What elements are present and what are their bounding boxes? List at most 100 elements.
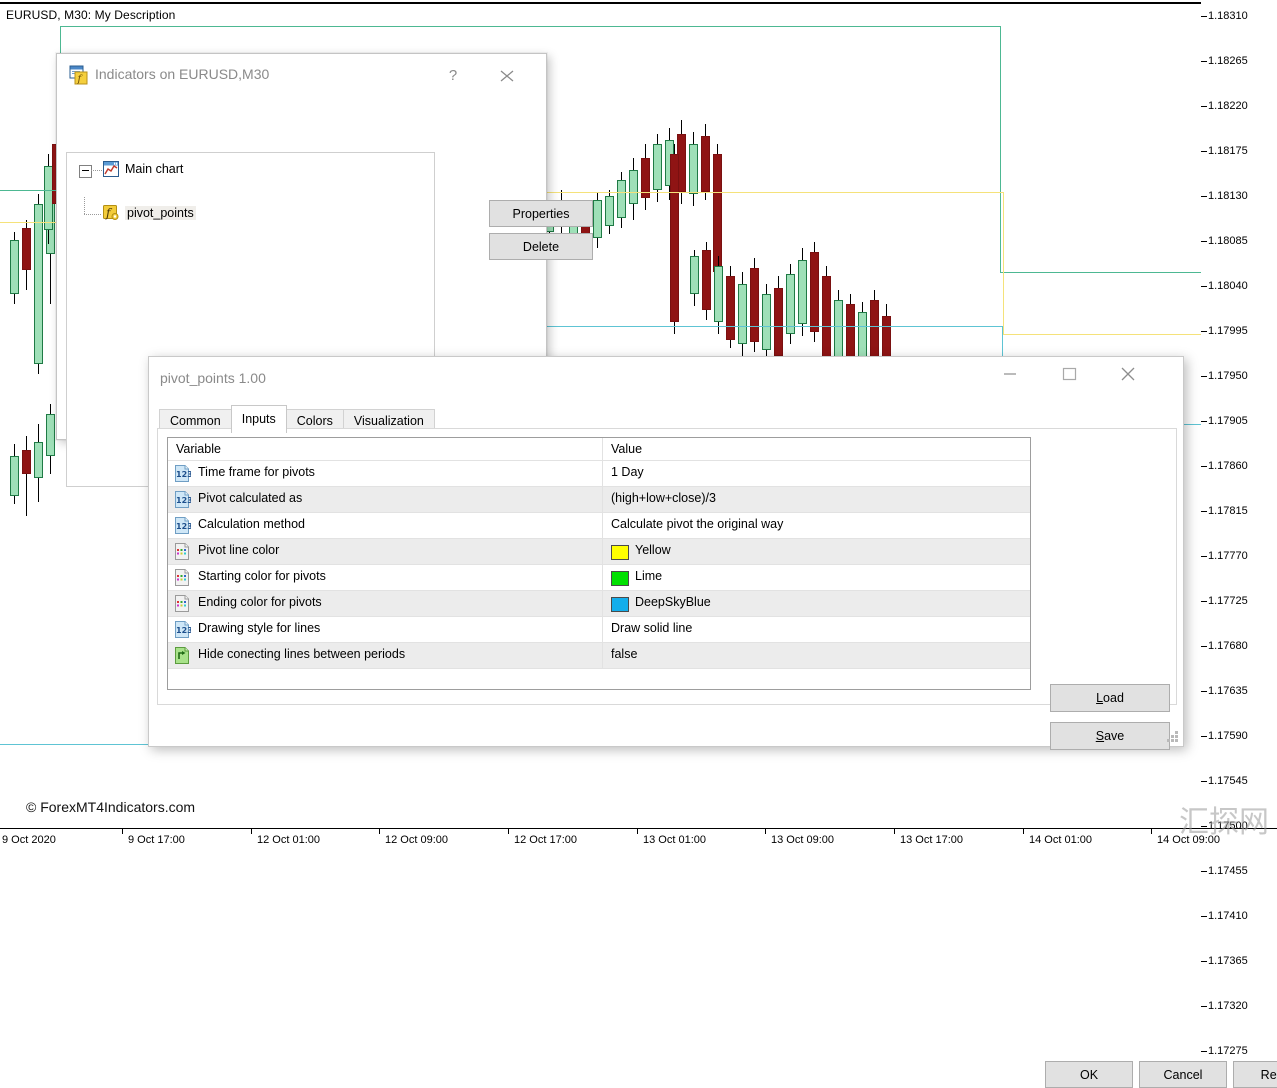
- price-tick: 1.18175: [1201, 145, 1277, 157]
- indicators-titlebar[interactable]: f Indicators on EURUSD,M30 ?: [57, 54, 546, 96]
- candlestick: [714, 256, 723, 334]
- time-tick-mark: [637, 829, 638, 834]
- price-tick: 1.18265: [1201, 55, 1277, 67]
- parameter-row[interactable]: Pivot line colorYellow: [168, 539, 1030, 565]
- collapse-toggle-icon[interactable]: [79, 165, 92, 178]
- parameter-variable-cell: 123Calculation method: [168, 513, 602, 538]
- price-tick-label: 1.17680: [1208, 640, 1248, 652]
- price-tick: 1.17275: [1201, 1045, 1277, 1057]
- delete-button[interactable]: Delete: [489, 233, 593, 260]
- close-icon[interactable]: [1105, 357, 1151, 389]
- number-input-icon: 123: [174, 491, 191, 508]
- pivot-line-segment: [1003, 334, 1201, 335]
- column-header-value: Value: [611, 442, 642, 456]
- price-tick-label: 1.18310: [1208, 10, 1248, 22]
- parameter-value-cell[interactable]: 1 Day: [602, 461, 1030, 486]
- color-swatch: [611, 571, 629, 586]
- parameter-value-cell[interactable]: Calculate pivot the original way: [602, 513, 1030, 538]
- price-tick-label: 1.17455: [1208, 865, 1248, 877]
- tree-connector-vertical: [84, 197, 85, 214]
- parameter-variable-cell: Starting color for pivots: [168, 565, 602, 590]
- parameter-row[interactable]: Hide conecting lines between periodsfals…: [168, 643, 1030, 669]
- pivot-points-window[interactable]: pivot_points 1.00 CommonInputsColorsVisu…: [148, 356, 1184, 747]
- tab-inputs[interactable]: Inputs: [231, 405, 287, 433]
- save-button[interactable]: Save: [1050, 722, 1170, 750]
- parameter-value-cell[interactable]: false: [602, 643, 1030, 668]
- price-tick-label: 1.18220: [1208, 100, 1248, 112]
- price-tick: 1.17950: [1201, 370, 1277, 382]
- parameter-row[interactable]: Starting color for pivotsLime: [168, 565, 1030, 591]
- tree-item-label: pivot_points: [125, 206, 196, 220]
- resize-grip[interactable]: [1167, 731, 1179, 743]
- parameters-grid[interactable]: VariableValue 123 Time frame for pivots 1 D…: [167, 437, 1031, 690]
- cancel-button[interactable]: Cancel: [1139, 1061, 1227, 1088]
- price-tick: 1.17635: [1201, 685, 1277, 697]
- price-tick: 1.17545: [1201, 775, 1277, 787]
- price-tick-label: 1.17590: [1208, 730, 1248, 742]
- load-button[interactable]: Load: [1050, 684, 1170, 712]
- candlestick: [641, 144, 650, 210]
- parameter-value: Calculate pivot the original way: [611, 517, 783, 531]
- parameter-value-cell[interactable]: DeepSkyBlue: [602, 591, 1030, 616]
- inputs-panel: VariableValue 123 Time frame for pivots 1 D…: [157, 428, 1177, 705]
- parameter-value-cell[interactable]: Yellow: [602, 539, 1030, 564]
- candlestick: [670, 144, 679, 334]
- price-tick-label: 1.17770: [1208, 550, 1248, 562]
- number-input-icon: 123: [174, 465, 191, 482]
- price-tick: 1.18085: [1201, 235, 1277, 247]
- parameter-row[interactable]: 123 Time frame for pivots 1 Day: [168, 461, 1030, 487]
- parameter-value-cell[interactable]: (high+low+close)/3: [602, 487, 1030, 512]
- parameter-value: false: [611, 647, 637, 661]
- parameter-row[interactable]: 123Calculation method Calculate pivot the…: [168, 513, 1030, 539]
- price-tick-label: 1.18265: [1208, 55, 1248, 67]
- time-tick-mark: [508, 829, 509, 834]
- number-input-icon: 123: [174, 621, 191, 638]
- candlestick: [750, 258, 759, 352]
- reset-button[interactable]: Reset: [1233, 1061, 1277, 1088]
- help-button[interactable]: ?: [438, 63, 468, 89]
- price-tick: 1.17815: [1201, 505, 1277, 517]
- number-input-icon: 123: [174, 517, 191, 534]
- time-scale-axis[interactable]: 9 Oct 20209 Oct 17:0012 Oct 01:0012 Oct …: [0, 828, 1277, 855]
- price-tick: 1.17860: [1201, 460, 1277, 472]
- parameter-row[interactable]: 123Pivot calculated as(high+low+close)/3: [168, 487, 1030, 513]
- time-tick-label: 12 Oct 09:00: [385, 834, 448, 846]
- time-tick-mark: [251, 829, 252, 834]
- parameter-variable-cell: Pivot line color: [168, 539, 602, 564]
- settings-tabs[interactable]: CommonInputsColorsVisualization: [159, 405, 434, 429]
- price-scale-axis[interactable]: 1.183101.182651.182201.181751.181301.180…: [1201, 2, 1277, 828]
- function-icon: f: [103, 205, 119, 221]
- parameter-value: 1 Day: [611, 465, 644, 479]
- candlestick: [22, 436, 31, 516]
- tree-item-main-chart[interactable]: Main chart: [67, 159, 434, 181]
- color-input-icon: [174, 595, 191, 612]
- candlestick: [605, 190, 614, 234]
- parameter-value-cell[interactable]: Draw solid line: [602, 617, 1030, 642]
- svg-text:123: 123: [176, 496, 191, 505]
- tab-label: Colors: [297, 414, 333, 428]
- properties-button[interactable]: Properties: [489, 200, 593, 227]
- parameter-variable-cell: 123 Time frame for pivots: [168, 461, 602, 486]
- parameter-label: Time frame for pivots: [198, 465, 315, 479]
- price-tick: 1.18220: [1201, 100, 1277, 112]
- color-input-icon: [174, 569, 191, 586]
- time-tick-mark: [1023, 829, 1024, 834]
- candlestick: [786, 264, 795, 344]
- tree-item-pivot-points[interactable]: f pivot_points: [67, 203, 434, 225]
- close-icon[interactable]: [492, 63, 522, 89]
- maximize-icon[interactable]: [1046, 357, 1092, 389]
- price-tick-label: 1.17410: [1208, 910, 1248, 922]
- price-tick-label: 1.17545: [1208, 775, 1248, 787]
- parameter-value-cell[interactable]: Lime: [602, 565, 1030, 590]
- minimize-icon[interactable]: [987, 357, 1033, 389]
- parameter-row[interactable]: 123Drawing style for linesDraw solid lin…: [168, 617, 1030, 643]
- parameter-row[interactable]: Ending color for pivotsDeepSkyBlue: [168, 591, 1030, 617]
- tab-label: Common: [170, 414, 221, 428]
- pivot-titlebar[interactable]: pivot_points 1.00: [149, 357, 1183, 398]
- svg-text:123: 123: [176, 522, 191, 531]
- price-tick: 1.17905: [1201, 415, 1277, 427]
- ok-button[interactable]: OK: [1045, 1061, 1133, 1088]
- grid-header-row: VariableValue: [168, 438, 1030, 461]
- time-tick-mark: [894, 829, 895, 834]
- candlestick: [10, 232, 19, 304]
